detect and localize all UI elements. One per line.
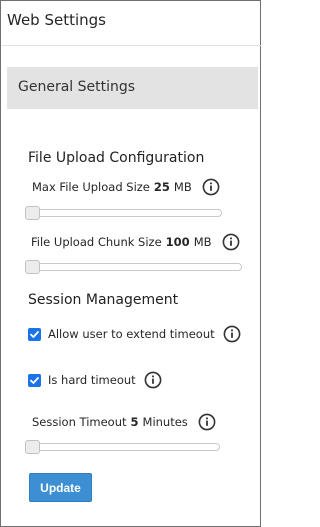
session-timeout-label: Session Timeout — [32, 415, 127, 429]
session-timeout-slider[interactable] — [25, 436, 220, 458]
session-management-group-title: Session Management — [28, 292, 179, 308]
web-settings-panel: Web Settings General Settings File Uploa… — [0, 0, 261, 527]
update-button[interactable]: Update — [29, 473, 92, 502]
file-upload-chunk-size-row: File Upload Chunk Size 100 MB — [31, 231, 240, 253]
max-file-upload-size-slider[interactable] — [25, 202, 222, 224]
file-upload-chunk-size-unit: MB — [193, 235, 212, 249]
hard-timeout-label: Is hard timeout — [48, 373, 136, 387]
info-icon[interactable] — [144, 371, 162, 389]
extend-timeout-label: Allow user to extend timeout — [48, 327, 215, 341]
slider-thumb[interactable] — [25, 206, 40, 220]
slider-thumb[interactable] — [25, 260, 40, 274]
check-icon — [30, 376, 39, 384]
file-upload-chunk-size-slider[interactable] — [25, 256, 242, 278]
session-timeout-value: 5 — [130, 415, 139, 429]
max-file-upload-size-row: Max File Upload Size 25 MB — [32, 176, 220, 198]
max-file-upload-size-label: Max File Upload Size — [32, 180, 150, 194]
max-file-upload-size-unit: MB — [173, 180, 192, 194]
hard-timeout-checkbox[interactable] — [28, 373, 41, 387]
panel-header: Web Settings — [2, 2, 261, 46]
section-title: General Settings — [18, 79, 136, 95]
file-upload-group-title: File Upload Configuration — [28, 150, 205, 166]
file-upload-chunk-size-value: 100 — [165, 235, 190, 249]
file-upload-chunk-size-label: File Upload Chunk Size — [31, 235, 162, 249]
session-timeout-unit: Minutes — [142, 415, 188, 429]
info-icon[interactable] — [202, 178, 220, 196]
extend-timeout-row: Allow user to extend timeout — [28, 323, 241, 345]
general-settings-section-header[interactable]: General Settings — [7, 67, 258, 109]
info-icon[interactable] — [222, 233, 240, 251]
info-icon[interactable] — [198, 413, 216, 431]
check-icon — [30, 330, 39, 338]
page-title: Web Settings — [7, 11, 106, 29]
info-icon[interactable] — [223, 325, 241, 343]
max-file-upload-size-value: 25 — [153, 180, 170, 194]
slider-track — [25, 263, 242, 271]
slider-track — [25, 209, 222, 217]
extend-timeout-checkbox[interactable] — [28, 327, 41, 341]
slider-track — [25, 443, 220, 451]
hard-timeout-row: Is hard timeout — [28, 369, 162, 391]
session-timeout-row: Session Timeout 5 Minutes — [32, 411, 216, 433]
slider-thumb[interactable] — [25, 440, 40, 454]
